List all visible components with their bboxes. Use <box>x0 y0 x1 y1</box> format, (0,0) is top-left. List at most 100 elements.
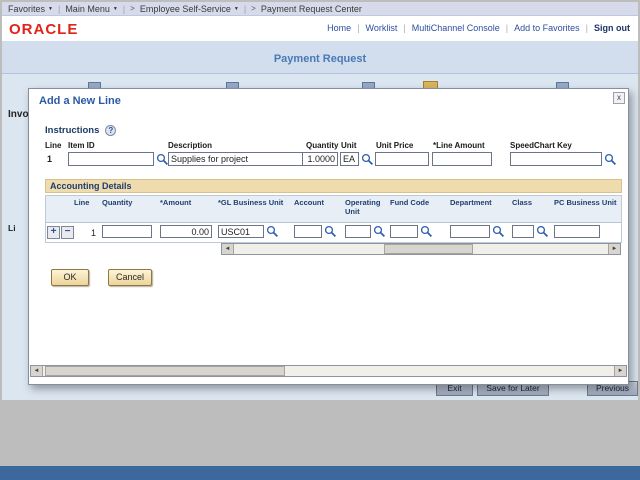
scroll-left-button[interactable]: ◄ <box>31 366 43 376</box>
department-lookup-icon[interactable] <box>492 225 505 238</box>
close-icon[interactable]: x <box>613 92 625 104</box>
instructions-row: Instructions ? <box>45 125 116 136</box>
breadcrumb-arrow-icon: > <box>130 4 135 13</box>
line-amount-field[interactable] <box>432 152 492 166</box>
scroll-left-icon: ◄ <box>225 246 231 252</box>
row-operating-unit-field[interactable] <box>345 225 371 238</box>
quantity-label: Quantity <box>306 141 338 150</box>
home-link[interactable]: Home <box>327 23 351 33</box>
gl-business-unit-lookup-icon[interactable] <box>266 225 279 238</box>
chevron-down-icon: ▼ <box>234 6 239 12</box>
column-header-fund-code: Fund Code <box>390 199 438 208</box>
row-amount-field[interactable] <box>160 225 212 238</box>
breadcrumb-item-employee-self-service[interactable]: Employee Self-Service ▼ <box>140 4 239 14</box>
accounting-grid-hscrollbar[interactable]: ◄ ► <box>221 243 621 255</box>
row-quantity-field[interactable] <box>102 225 152 238</box>
column-header-line: Line <box>74 199 98 208</box>
accounting-grid-row: + − 1 <box>46 223 621 242</box>
description-field[interactable] <box>168 152 304 166</box>
header-links: Home | Worklist | MultiChannel Console |… <box>327 23 630 33</box>
invoice-section-title-fragment: Invo <box>8 109 29 120</box>
line-amount-label: *Line Amount <box>433 141 485 150</box>
column-header-operating-unit: Operating Unit <box>345 199 385 216</box>
row-gl-business-unit-field[interactable] <box>218 225 264 238</box>
breadcrumb-item-main-menu[interactable]: Main Menu ▼ <box>65 4 117 14</box>
separator: | <box>58 4 60 14</box>
item-id-field[interactable] <box>68 152 154 166</box>
scroll-track[interactable] <box>234 244 608 254</box>
accounting-grid: Line Quantity *Amount *GL Business Unit … <box>45 195 622 243</box>
scroll-track[interactable] <box>43 366 614 376</box>
breadcrumb-label: Payment Request Center <box>261 4 362 14</box>
unit-price-label: Unit Price <box>376 141 413 150</box>
separator: | <box>403 23 405 33</box>
quantity-field[interactable] <box>302 152 338 166</box>
row-department-field[interactable] <box>450 225 490 238</box>
column-header-pc-business-unit: PC Business Unit <box>554 199 622 208</box>
breadcrumb-item-payment-request-center[interactable]: Payment Request Center <box>261 4 362 14</box>
separator: | <box>123 4 125 14</box>
row-fund-code-field[interactable] <box>390 225 418 238</box>
scroll-right-button[interactable]: ► <box>608 244 620 254</box>
worklist-link[interactable]: Worklist <box>366 23 398 33</box>
dialog-title: Add a New Line <box>39 95 121 107</box>
column-header-gl-business-unit: *GL Business Unit <box>218 199 290 208</box>
multichannel-console-link[interactable]: MultiChannel Console <box>412 23 500 33</box>
add-row-button[interactable]: + <box>47 226 60 239</box>
scroll-left-icon: ◄ <box>34 368 40 374</box>
page-title-band: Payment Request <box>2 41 638 74</box>
fund-code-lookup-icon[interactable] <box>420 225 433 238</box>
operating-unit-lookup-icon[interactable] <box>373 225 386 238</box>
page-title: Payment Request <box>2 41 638 65</box>
oracle-logo: ORACLE <box>9 21 78 38</box>
breadcrumb-item-favorites[interactable]: Favorites ▼ <box>8 4 53 14</box>
speedchart-lookup-icon[interactable] <box>604 153 617 166</box>
column-header-department: Department <box>450 199 502 208</box>
scroll-right-button[interactable]: ► <box>614 366 626 376</box>
row-account-field[interactable] <box>294 225 322 238</box>
unit-field[interactable] <box>340 152 359 166</box>
cancel-button[interactable]: Cancel <box>108 269 152 286</box>
app-header: ORACLE Home | Worklist | MultiChannel Co… <box>2 16 638 41</box>
accounting-grid-header: Line Quantity *Amount *GL Business Unit … <box>46 196 621 223</box>
column-header-amount: *Amount <box>160 199 212 208</box>
column-header-class: Class <box>512 199 548 208</box>
breadcrumb-label: Main Menu <box>65 4 110 14</box>
add-to-favorites-link[interactable]: Add to Favorites <box>514 23 580 33</box>
scroll-left-button[interactable]: ◄ <box>222 244 234 254</box>
line-label-fragment: Li <box>8 223 21 233</box>
instructions-label: Instructions <box>45 125 99 136</box>
help-icon[interactable]: ? <box>105 125 116 136</box>
scroll-right-icon: ► <box>618 368 624 374</box>
item-id-label: Item ID <box>68 141 95 150</box>
description-label: Description <box>168 141 212 150</box>
sign-out-link[interactable]: Sign out <box>594 23 630 33</box>
unit-lookup-icon[interactable] <box>361 153 374 166</box>
breadcrumb: Favorites ▼ | Main Menu ▼ | > Employee S… <box>2 2 638 16</box>
class-lookup-icon[interactable] <box>536 225 549 238</box>
row-line-number: 1 <box>74 228 96 238</box>
column-header-quantity: Quantity <box>102 199 152 208</box>
row-class-field[interactable] <box>512 225 534 238</box>
breadcrumb-label: Favorites <box>8 4 45 14</box>
accounting-details-section-header: Accounting Details <box>45 179 622 193</box>
separator: | <box>244 4 246 14</box>
breadcrumb-label: Employee Self-Service <box>140 4 231 14</box>
breadcrumb-arrow-icon: > <box>251 4 256 13</box>
speedchart-key-label: SpeedChart Key <box>510 141 572 150</box>
scroll-thumb[interactable] <box>45 366 285 376</box>
unit-price-field[interactable] <box>375 152 429 166</box>
line-label: Line <box>45 141 61 150</box>
separator: | <box>357 23 359 33</box>
separator: | <box>506 23 508 33</box>
dialog-hscrollbar[interactable]: ◄ ► <box>30 365 627 377</box>
account-lookup-icon[interactable] <box>324 225 337 238</box>
add-new-line-dialog: Add a New Line x Instructions ? Line Ite… <box>28 88 629 385</box>
remove-row-button[interactable]: − <box>61 226 74 239</box>
bottom-status-bar <box>0 466 640 480</box>
scroll-thumb[interactable] <box>384 244 474 254</box>
speedchart-key-field[interactable] <box>510 152 602 166</box>
row-pc-business-unit-field[interactable] <box>554 225 600 238</box>
ok-button[interactable]: OK <box>51 269 89 286</box>
chevron-down-icon: ▼ <box>48 6 53 12</box>
